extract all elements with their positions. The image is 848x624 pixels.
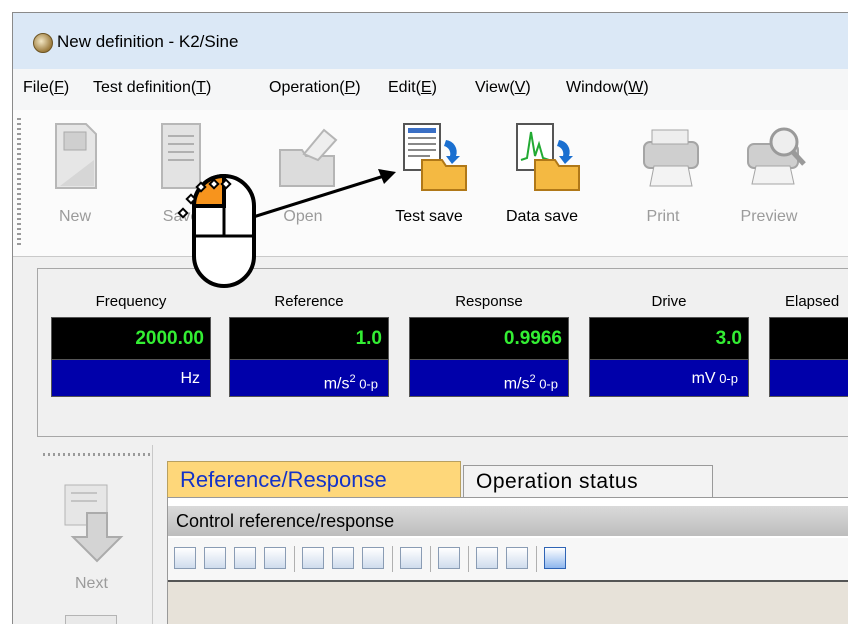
scale-up-icon[interactable] (234, 547, 256, 569)
scale-down-icon[interactable] (264, 547, 286, 569)
graph-edit-icon[interactable] (438, 547, 460, 569)
tab-reference-response[interactable]: Reference/Response (167, 461, 461, 497)
save-button[interactable]: Save (141, 120, 221, 226)
save-document-icon (152, 120, 210, 192)
window-title: New definition - K2/Sine (57, 32, 239, 51)
reset-view-icon[interactable] (362, 547, 384, 569)
menu-file[interactable]: File(F) (23, 79, 69, 97)
next-button[interactable]: Next (57, 477, 137, 597)
test-save-button[interactable]: Test save (389, 120, 469, 226)
frequency-readout: Frequency 2000.00 Hz (51, 293, 211, 397)
menu-edit[interactable]: Edit(E) (388, 79, 437, 97)
main-content: Reference/Response Operation status Cont… (153, 445, 848, 624)
open-button[interactable]: Open (263, 120, 343, 226)
next-arrow-icon (64, 484, 124, 563)
preview-button[interactable]: Preview (729, 120, 809, 226)
reference-response-panel: Control reference/response (167, 497, 848, 624)
print-preview-icon (740, 120, 806, 192)
readout-panel: Frequency 2000.00 Hz Reference 1.0 m/s2 … (37, 268, 848, 437)
data-save-icon (513, 120, 580, 192)
menu-bar: File(F) Test definition(T) Operation(P) … (13, 69, 848, 111)
graph-properties-icon[interactable] (400, 547, 422, 569)
toolbar-grip[interactable] (17, 118, 21, 246)
response-readout: Response 0.9966 m/s2 0-p (409, 293, 569, 397)
elapsed-readout: Elapsed 0 (769, 293, 848, 397)
new-button[interactable]: New (35, 120, 115, 226)
toolbar-separator (430, 546, 431, 572)
app-window: New definition - K2/Sine File(F) Test de… (12, 12, 848, 624)
close-graph-icon[interactable] (506, 547, 528, 569)
graph-toolbar (168, 538, 848, 581)
menu-window[interactable]: Window(W) (566, 79, 649, 97)
print-button[interactable]: Print (623, 120, 703, 226)
scroll-right-icon[interactable] (204, 547, 226, 569)
reference-readout: Reference 1.0 m/s2 0-p (229, 293, 389, 397)
app-icon (33, 33, 53, 53)
menu-view[interactable]: View(V) (475, 79, 531, 97)
toolbar-separator (294, 546, 295, 572)
tab-operation-status[interactable]: Operation status (463, 465, 713, 497)
scroll-left-icon[interactable] (174, 547, 196, 569)
side-panel-grip[interactable] (43, 453, 163, 456)
toolbar-separator (536, 546, 537, 572)
graph-area[interactable] (168, 580, 848, 624)
main-toolbar: New Save Open Test save Data save Print … (13, 110, 848, 257)
data-save-button[interactable]: Data save (502, 120, 582, 226)
title-bar: New definition - K2/Sine (13, 13, 848, 69)
menu-test-definition[interactable]: Test definition(T) (93, 79, 211, 97)
toolbar-separator (392, 546, 393, 572)
drive-readout: Drive 3.0 mV 0-p (589, 293, 749, 397)
toolbar-separator (468, 546, 469, 572)
graph-settings-icon[interactable] (332, 547, 354, 569)
zoom-icon[interactable] (302, 547, 324, 569)
menu-operation[interactable]: Operation(P) (269, 79, 361, 97)
test-save-icon (400, 120, 467, 192)
new-document-icon (46, 120, 104, 192)
export-icon[interactable] (476, 547, 498, 569)
printer-icon (634, 120, 699, 192)
side-navigation-panel: Next (37, 445, 163, 624)
panel-title: Control reference/response (168, 506, 848, 536)
open-folder-icon (274, 120, 338, 192)
layout-toggle-icon[interactable] (544, 547, 566, 569)
